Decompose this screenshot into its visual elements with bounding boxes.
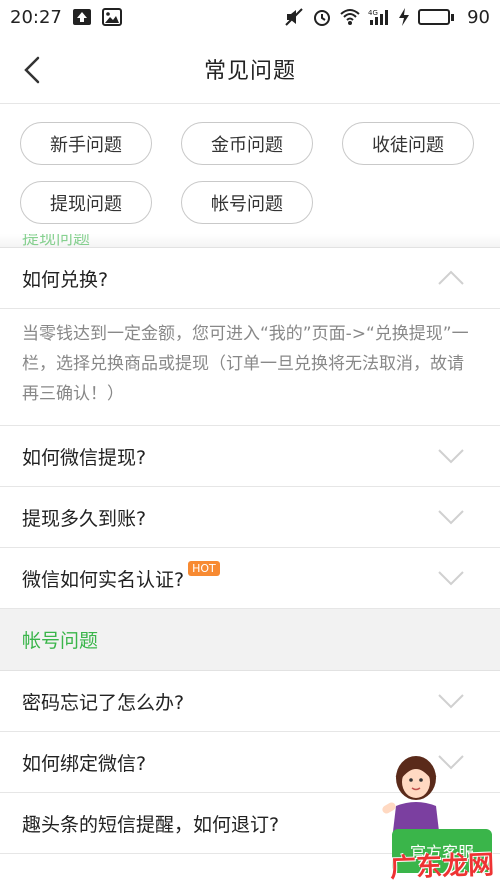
chevron-left-icon — [24, 56, 40, 84]
chip-account[interactable]: 帐号问题 — [181, 181, 313, 224]
chevron-down-icon — [438, 694, 464, 709]
faq-item-wechat-withdraw[interactable]: 如何微信提现? — [0, 426, 500, 487]
faq-item-wechat-verify[interactable]: 微信如何实名认证? HOT — [0, 548, 500, 609]
faq-item-exchange[interactable]: 如何兑换? — [0, 248, 500, 309]
signal-icon: 4G — [368, 9, 389, 25]
battery-icon — [418, 9, 455, 25]
back-button[interactable] — [14, 52, 50, 88]
section-header-partial: 提现问题 — [0, 234, 500, 248]
alarm-icon — [314, 10, 331, 26]
app-header: 常见问题 — [0, 34, 500, 104]
faq-question: 如何绑定微信? — [22, 752, 147, 775]
faq-question: 趣头条的短信提醒，如何退订? — [22, 813, 280, 836]
mute-icon — [285, 8, 303, 26]
wifi-icon — [340, 9, 360, 25]
battery-level: 90 — [467, 6, 490, 28]
faq-question: 如何兑换? — [22, 268, 109, 291]
charging-icon — [399, 8, 410, 26]
chip-newbie[interactable]: 新手问题 — [20, 122, 152, 165]
faq-question: 微信如何实名认证? — [22, 568, 185, 591]
status-bar: 20:27 4G 90 — [0, 0, 500, 34]
faq-answer: 当零钱达到一定金额，您可进入“我的”页面->“兑换提现”一栏，选择兑换商品或提现… — [0, 309, 500, 426]
faq-item-withdraw-time[interactable]: 提现多久到账? — [0, 487, 500, 548]
image-notification-icon — [101, 8, 122, 26]
chevron-down-icon — [438, 449, 464, 464]
category-chips: 新手问题 金币问题 收徒问题 提现问题 帐号问题 — [0, 104, 500, 234]
faq-item-forgot-password[interactable]: 密码忘记了怎么办? — [0, 671, 500, 732]
status-time: 20:27 — [10, 6, 62, 28]
faq-question: 密码忘记了怎么办? — [22, 691, 185, 714]
watermark-text: 广东龙网 — [389, 850, 495, 884]
page-title: 常见问题 — [203, 58, 296, 84]
faq-question: 如何微信提现? — [22, 446, 147, 469]
section-title-account: 帐号问题 — [0, 609, 500, 671]
chevron-up-icon — [438, 270, 464, 285]
hot-badge: HOT — [188, 560, 220, 576]
upload-notification-icon — [72, 9, 91, 25]
section-title-withdraw-partial: 提现问题 — [22, 234, 90, 248]
chevron-down-icon — [438, 510, 464, 525]
svg-text:4G: 4G — [368, 9, 378, 17]
chip-apprentice[interactable]: 收徒问题 — [342, 122, 474, 165]
faq-question: 提现多久到账? — [22, 507, 147, 530]
chip-coins[interactable]: 金币问题 — [181, 122, 313, 165]
chevron-down-icon — [438, 571, 464, 586]
chip-withdraw[interactable]: 提现问题 — [20, 181, 152, 224]
service-agent-avatar-icon — [382, 756, 440, 840]
